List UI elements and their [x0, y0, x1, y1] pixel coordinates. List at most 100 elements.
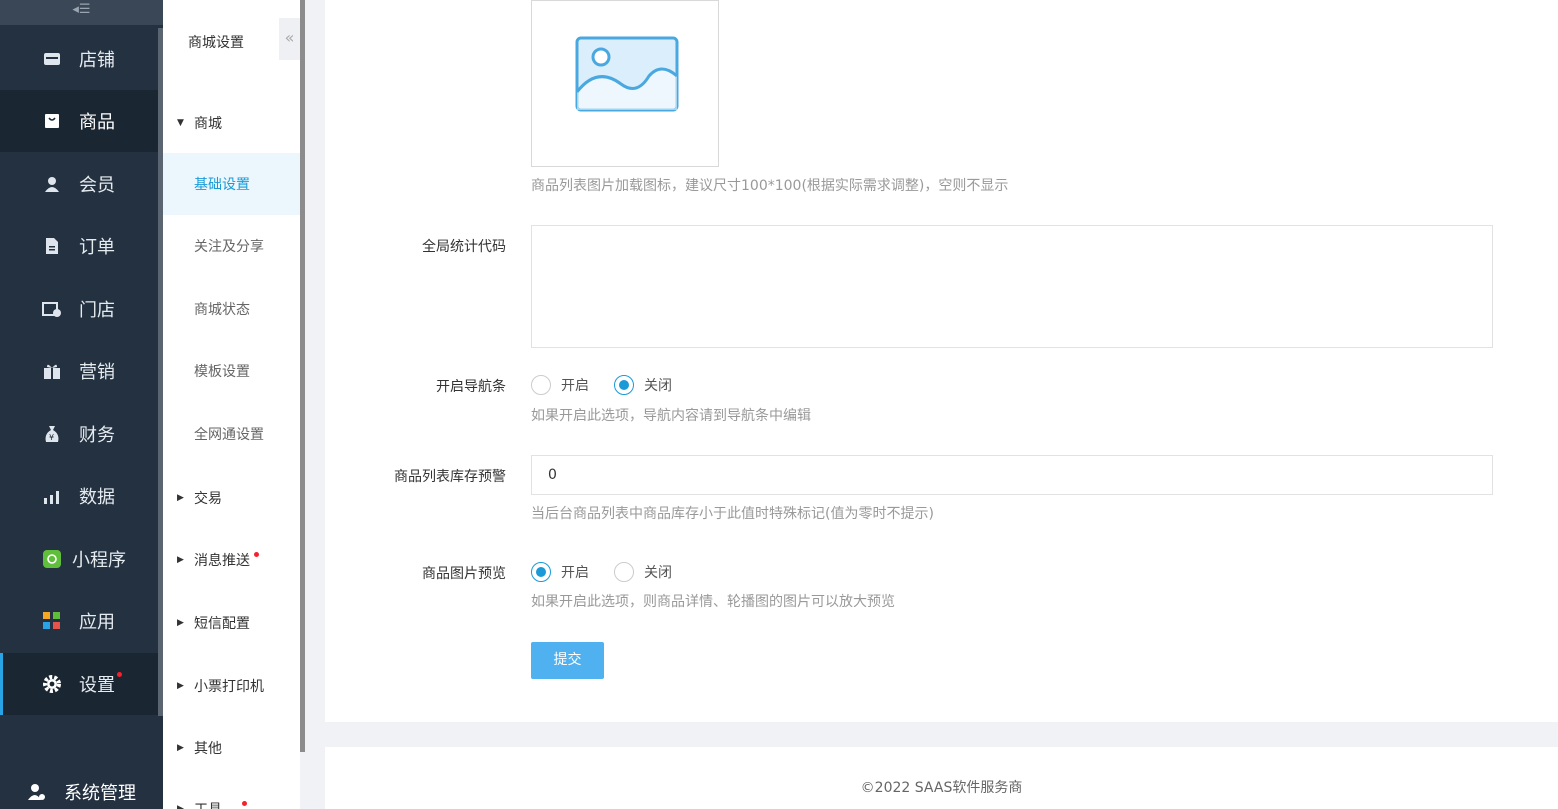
subnav-group-label: 短信配置 [194, 616, 250, 632]
sub-sidebar: 商城设置 ▼ 商城 基础设置 关注及分享 商城状态 模板设置 全网通设置 ▶ 交… [163, 0, 300, 809]
radio-circle-checked[interactable] [614, 375, 634, 395]
navbar-label: 开启导航条 [436, 379, 506, 395]
nav-label: 门店 [79, 300, 115, 321]
bar-chart-icon [42, 486, 62, 506]
subnav-collapse-button[interactable]: « [279, 18, 300, 60]
nav-item-member[interactable]: 会员 [0, 153, 158, 215]
store-icon [42, 49, 62, 69]
nav-item-order[interactable]: 订单 [0, 215, 158, 277]
subnav-group-push[interactable]: ▶ 消息推送 [177, 550, 259, 570]
stat-code-textarea[interactable] [531, 225, 1493, 348]
navbar-hint: 如果开启此选项，导航内容请到导航条中编辑 [531, 408, 811, 424]
user-settings-icon [28, 783, 46, 801]
gift-icon [42, 361, 62, 381]
subnav-item-template[interactable]: 模板设置 [163, 340, 300, 402]
nav-label: 应用 [79, 612, 115, 633]
subnav-group-other[interactable]: ▶ 其他 [177, 738, 222, 758]
nav-item-finance[interactable]: ¥ 财务 [0, 403, 158, 465]
subnav-group-printer[interactable]: ▶ 小票打印机 [177, 676, 264, 696]
nav-label: 小程序 [72, 550, 126, 571]
image-placeholder-icon [575, 36, 679, 112]
nav-item-settings[interactable]: 设置 [0, 653, 158, 715]
navbar-radio-on[interactable]: 开启 [531, 375, 589, 395]
stock-warning-hint: 当后台商品列表中商品库存小于此值时特殊标记(值为零时不提示) [531, 506, 934, 522]
subnav-item-basic[interactable]: 基础设置 [163, 153, 300, 215]
image-preview-hint: 如果开启此选项，则商品详情、轮播图的图片可以放大预览 [531, 594, 895, 610]
caret-right-icon: ▶ [177, 555, 184, 565]
stock-warning-input[interactable]: 0 [531, 455, 1493, 495]
nav-system-label: 系统管理 [64, 782, 136, 804]
caret-right-icon: ▶ [177, 618, 184, 628]
radio-label: 关闭 [644, 565, 672, 581]
apps-icon [42, 611, 62, 631]
subnav-group-label: 其他 [194, 741, 222, 757]
navbar-radio-off[interactable]: 关闭 [614, 375, 672, 395]
main-sidebar: ◂☰ 店铺 商品 会员 订单 门店 营销 ¥ 财务 数据 小程序 应用 设置 系… [0, 0, 163, 809]
subnav-group-label: 消息推送 [194, 553, 250, 569]
radio-circle[interactable] [614, 562, 634, 582]
radio-circle-checked[interactable] [531, 562, 551, 582]
subnav-group-sms[interactable]: ▶ 短信配置 [177, 613, 250, 633]
nav-label: 订单 [79, 237, 115, 258]
svg-text:¥: ¥ [49, 433, 54, 442]
image-preview-label: 商品图片预览 [422, 566, 506, 582]
document-icon [42, 236, 62, 256]
caret-down-icon: ▼ [177, 118, 184, 128]
image-hint: 商品列表图片加载图标，建议尺寸100*100(根据实际需求调整)，空则不显示 [531, 178, 1009, 194]
subnav-group-label: 交易 [194, 491, 222, 507]
caret-right-icon: ▶ [177, 743, 184, 753]
loading-image-upload[interactable] [531, 0, 719, 167]
nav-label: 营销 [79, 362, 115, 383]
user-icon [42, 174, 62, 194]
shopping-bag-icon [42, 111, 62, 131]
nav-label: 财务 [79, 425, 115, 446]
subnav-group-mall[interactable]: ▼ 商城 [177, 113, 222, 133]
nav-item-data[interactable]: 数据 [0, 465, 158, 527]
notification-dot [254, 551, 259, 557]
nav-label: 设置 [79, 675, 115, 696]
nav-label: 店铺 [79, 50, 115, 71]
notification-dot [117, 671, 122, 677]
nav-item-apps[interactable]: 应用 [0, 590, 158, 652]
copyright-text: ©2022 SAAS软件服务商 [860, 780, 1023, 796]
nav-item-system[interactable]: 系统管理 [0, 774, 163, 809]
stock-warning-label: 商品列表库存预警 [394, 469, 506, 485]
subnav-group-trade[interactable]: ▶ 交易 [177, 488, 222, 508]
preview-radio-on[interactable]: 开启 [531, 562, 589, 582]
subnav-scrollbar[interactable] [300, 0, 305, 752]
caret-right-icon: ▶ [177, 681, 184, 691]
nav-item-miniprogram[interactable]: 小程序 [0, 528, 158, 590]
preview-radio-off[interactable]: 关闭 [614, 562, 672, 582]
caret-right-icon: ▶ [177, 493, 184, 503]
submit-button[interactable]: 提交 [531, 642, 604, 679]
nav-label: 会员 [79, 175, 115, 196]
nav-item-goods[interactable]: 商品 [0, 90, 158, 152]
footer: ©2022 SAAS软件服务商 [325, 747, 1558, 809]
nav-item-marketing[interactable]: 营销 [0, 340, 158, 402]
nav-item-store[interactable]: 店铺 [0, 28, 158, 90]
subnav-title: 商城设置 [188, 35, 244, 51]
collapse-menu-icon[interactable]: ◂☰ [0, 0, 163, 25]
notification-dot [242, 800, 247, 806]
nav-label: 商品 [79, 112, 115, 133]
nav-label: 数据 [79, 487, 115, 508]
radio-label: 开启 [561, 565, 589, 581]
shop-settings-icon [42, 299, 62, 319]
subnav-item-mall-status[interactable]: 商城状态 [163, 278, 300, 340]
settings-card [325, 0, 1558, 722]
subnav-item-omnichannel[interactable]: 全网通设置 [163, 403, 300, 465]
radio-label: 开启 [561, 378, 589, 394]
subnav-group-tools[interactable]: ▶ 工具 [177, 799, 247, 809]
nav-item-outlet[interactable]: 门店 [0, 278, 158, 340]
stat-code-label: 全局统计代码 [422, 239, 506, 255]
subnav-item-follow-share[interactable]: 关注及分享 [163, 215, 300, 277]
radio-label: 关闭 [644, 378, 672, 394]
caret-right-icon: ▶ [177, 804, 184, 809]
radio-circle[interactable] [531, 375, 551, 395]
subnav-group-label: 工具 [194, 799, 222, 809]
money-bag-icon: ¥ [42, 424, 62, 444]
gear-icon [42, 674, 62, 694]
mini-program-icon [42, 549, 62, 569]
subnav-group-label: 小票打印机 [194, 679, 264, 695]
subnav-group-label: 商城 [194, 116, 222, 132]
